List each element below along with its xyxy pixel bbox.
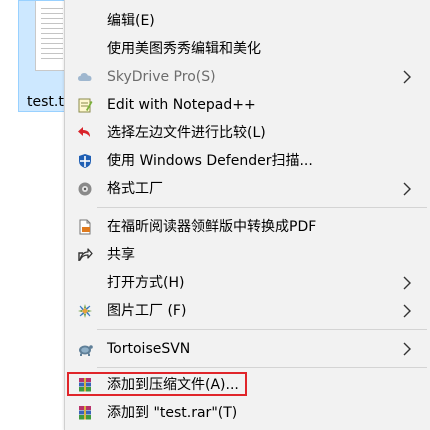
menu-item-add-to-test-rar[interactable]: 添加到 "test.rar"(T) — [65, 400, 427, 426]
undo-arrow-icon — [78, 127, 90, 137]
menu-item-add-to-archive[interactable]: 添加到压缩文件(A)... — [65, 372, 427, 398]
menu-item-notepadpp[interactable]: Edit with Notepad++ — [65, 92, 427, 118]
menu-item-meitu-edit[interactable]: 使用美图秀秀编辑和美化 — [65, 36, 427, 62]
chevron-right-icon — [403, 342, 411, 356]
menu-item-share[interactable]: 共享 — [65, 242, 427, 268]
menu-item-label: 添加到 "test.rar"(T) — [107, 405, 238, 421]
menu-item-label: 编辑(E) — [107, 13, 155, 29]
cloud-icon — [78, 73, 92, 81]
menu-item-tortoisesvn[interactable]: TortoiseSVN — [65, 336, 427, 362]
share-icon — [78, 248, 93, 261]
menu-item-label: 添加到压缩文件(A)... — [107, 377, 239, 393]
menu-separator — [97, 329, 427, 330]
menu-item-label: 打开方式(H) — [107, 275, 185, 291]
menu-item-label: Edit with Notepad++ — [107, 97, 256, 113]
context-menu: 编辑(E) 使用美图秀秀编辑和美化 SkyDrive Pro(S) Edit w… — [64, 0, 430, 430]
menu-item-compare-left[interactable]: 选择左边文件进行比较(L) — [65, 120, 427, 146]
menu-item-label: 格式工厂 — [107, 181, 163, 197]
menu-item-label: 使用 Windows Defender扫描... — [107, 153, 313, 169]
chevron-right-icon — [403, 304, 411, 318]
file-name-label: test.t — [27, 94, 64, 110]
menu-item-edit[interactable]: 编辑(E) — [65, 8, 427, 34]
menu-item-label: TortoiseSVN — [107, 341, 191, 357]
menu-item-format-factory[interactable]: 格式工厂 — [65, 176, 427, 202]
tortoise-icon — [79, 345, 93, 356]
pdf-document-icon — [79, 219, 91, 235]
menu-item-label: 选择左边文件进行比较(L) — [107, 125, 266, 141]
shield-icon — [79, 154, 91, 168]
menu-item-skydrive-pro[interactable]: SkyDrive Pro(S) — [65, 64, 427, 90]
menu-item-label: 图片工厂 (F) — [107, 303, 187, 319]
picture-factory-icon — [78, 304, 92, 318]
menu-item-label: 共享 — [107, 247, 135, 263]
format-factory-icon — [78, 182, 92, 196]
chevron-right-icon — [403, 276, 411, 290]
menu-item-foxit-convert-pdf[interactable]: 在福昕阅读器领鲜版中转换成PDF — [65, 214, 427, 240]
winrar-archive-icon — [79, 406, 91, 420]
menu-separator — [97, 367, 427, 368]
notepad-plus-plus-icon — [78, 98, 93, 113]
winrar-archive-icon — [79, 378, 91, 392]
menu-item-label: 使用美图秀秀编辑和美化 — [107, 41, 261, 57]
menu-item-label: SkyDrive Pro(S) — [107, 69, 216, 85]
chevron-right-icon — [403, 182, 411, 196]
menu-item-open-with[interactable]: 打开方式(H) — [65, 270, 427, 296]
menu-separator — [97, 207, 427, 208]
menu-item-label: 在福昕阅读器领鲜版中转换成PDF — [107, 219, 317, 235]
chevron-right-icon — [403, 70, 411, 84]
menu-item-picture-factory[interactable]: 图片工厂 (F) — [65, 298, 427, 324]
menu-item-defender-scan[interactable]: 使用 Windows Defender扫描... — [65, 148, 427, 174]
